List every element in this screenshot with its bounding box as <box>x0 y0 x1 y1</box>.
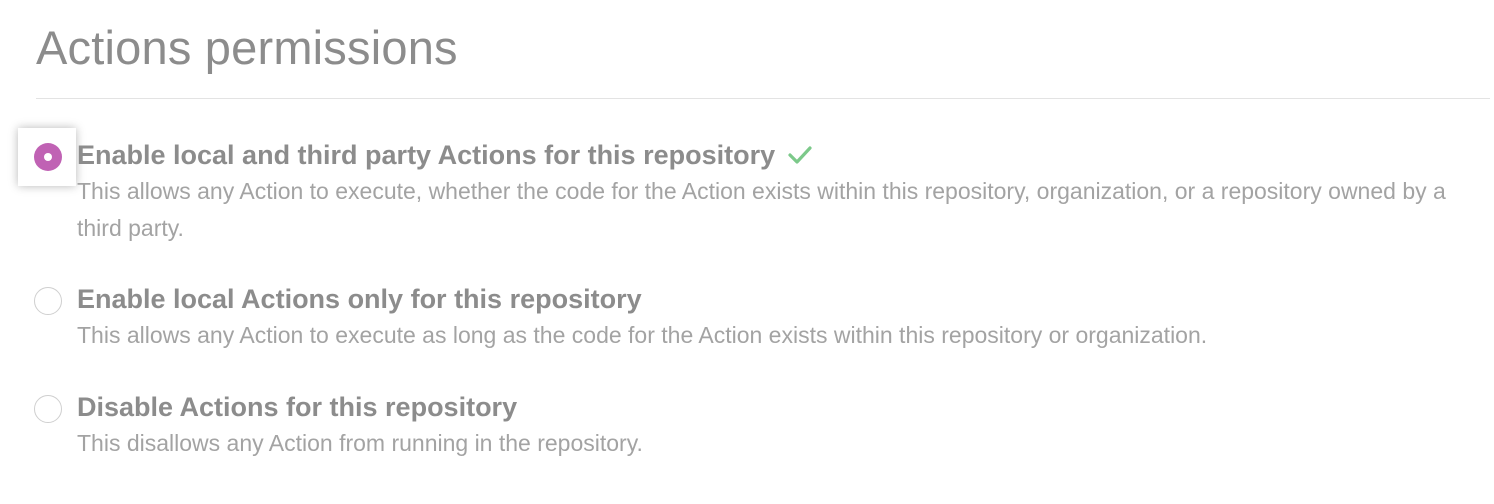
option-label-text: Enable local and third party Actions for… <box>77 140 776 170</box>
title-divider <box>36 98 1490 99</box>
radio-box <box>18 380 76 438</box>
radio-enable-local-and-third-party[interactable] <box>34 143 62 171</box>
page-title: Actions permissions <box>36 21 458 74</box>
radio-disable-actions[interactable] <box>34 395 62 423</box>
radio-box <box>18 272 76 330</box>
check-icon <box>788 146 812 164</box>
option-label[interactable]: Disable Actions for this repository <box>77 390 517 424</box>
option-label[interactable]: Enable local and third party Actions for… <box>77 138 813 172</box>
option-label[interactable]: Enable local Actions only for this repos… <box>77 282 642 316</box>
option-description: This disallows any Action from running i… <box>77 430 643 456</box>
option-description: This allows any Action to execute as lon… <box>77 322 1208 348</box>
radio-highlight-box <box>18 128 76 186</box>
option-description: This allows any Action to execute, wheth… <box>77 178 1446 241</box>
radio-enable-local-only[interactable] <box>34 287 62 315</box>
